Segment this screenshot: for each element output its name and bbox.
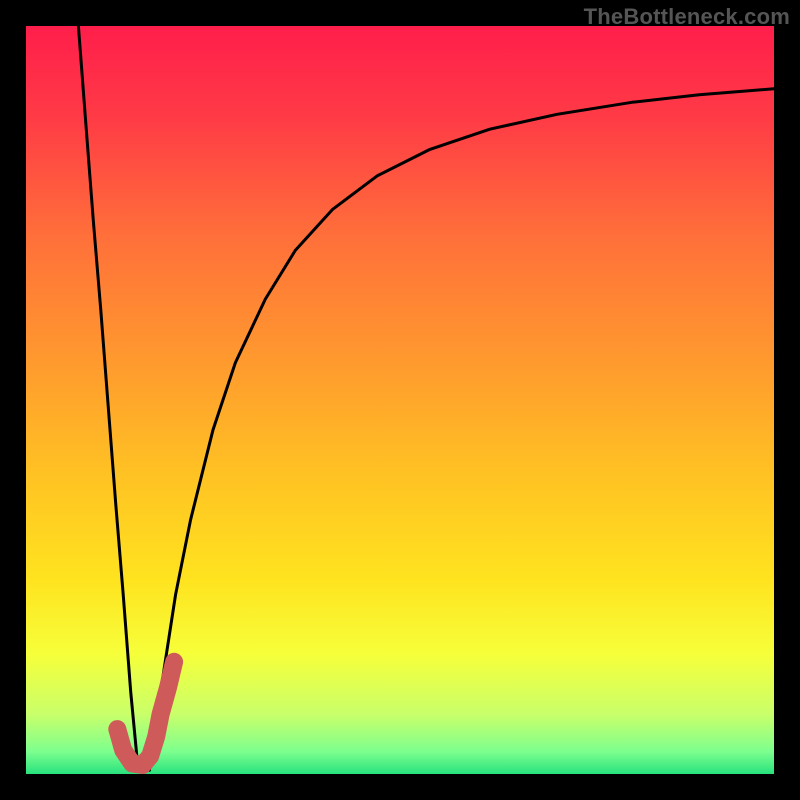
gradient-background bbox=[26, 26, 774, 774]
plot-area bbox=[26, 26, 774, 774]
watermark-text: TheBottleneck.com bbox=[584, 4, 790, 30]
chart-svg bbox=[26, 26, 774, 774]
chart-container: TheBottleneck.com bbox=[0, 0, 800, 800]
